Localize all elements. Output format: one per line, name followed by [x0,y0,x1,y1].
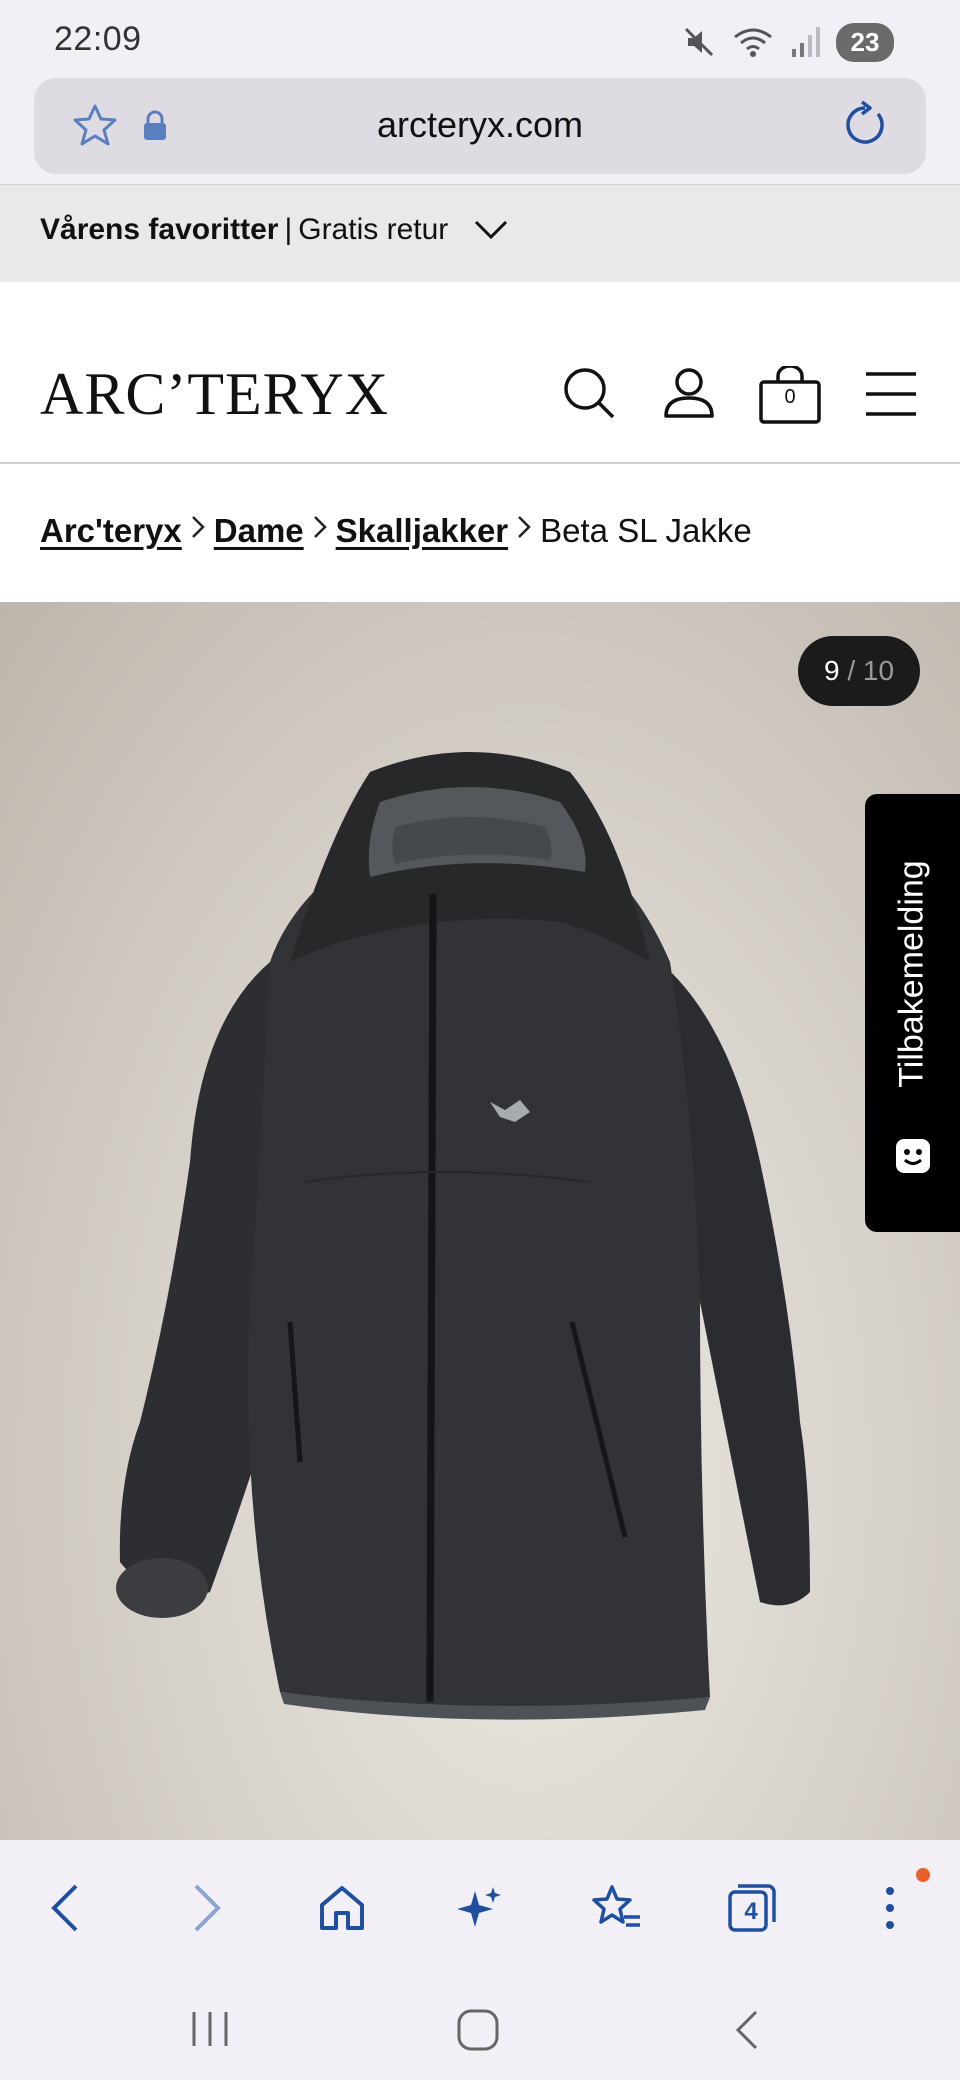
home-button-icon[interactable] [456,2008,500,2057]
notification-dot [916,1868,930,1882]
status-time: 22:09 [54,20,142,58]
product-image [116,752,810,1720]
feedback-tab[interactable]: Tilbakemelding [865,794,960,1232]
breadcrumb-link-dame[interactable]: Dame [214,512,304,550]
home-icon[interactable] [310,1876,374,1940]
tab-count: 4 [744,1898,758,1925]
breadcrumb: Arc'teryx Dame Skalljakker Beta SL Jakke [40,512,752,550]
wifi-icon [732,25,774,59]
mute-icon [682,25,716,59]
image-counter: 9 / 10 [798,636,920,706]
address-bar[interactable]: arcteryx.com [34,78,926,174]
cart-count: 0 [784,386,796,408]
browser-bottom-nav: 4 [0,1840,960,1980]
bookmarks-icon[interactable] [584,1876,648,1940]
promo-text: Vårens favoritter | Gratis retur [40,213,449,246]
breadcrumb-link-skalljakker[interactable]: Skalljakker [336,512,508,550]
forward-icon[interactable] [174,1876,238,1940]
recent-apps-icon[interactable] [190,2008,230,2055]
chevron-down-icon[interactable] [474,219,508,246]
reload-icon[interactable] [840,100,890,155]
feedback-smile-icon [893,1136,933,1181]
menu-icon[interactable] [866,370,916,423]
account-icon[interactable] [662,366,716,425]
chevron-right-icon [516,514,532,548]
url-text[interactable]: arcteryx.com [34,104,926,146]
breadcrumb-current: Beta SL Jakke [540,512,752,549]
battery-indicator: 23 [836,22,894,62]
feedback-label: Tilbakemelding [892,860,931,1088]
brand-logo[interactable]: ARC’TERYX [40,364,389,424]
browser-toolbar: arcteryx.com [0,76,960,184]
status-bar: 22:09 23 [0,0,960,76]
breadcrumb-link-arcteryx[interactable]: Arc'teryx [40,512,182,550]
signal-icon [790,25,820,59]
status-icons: 23 [682,22,894,62]
system-nav-bar [0,1980,960,2080]
cart-icon[interactable]: 0 [758,366,822,424]
ai-sparkle-icon[interactable] [448,1876,512,1940]
back-icon[interactable] [34,1876,98,1940]
chevron-right-icon [312,514,328,548]
system-back-icon[interactable] [732,2008,762,2057]
tabs-icon[interactable]: 4 [720,1876,784,1940]
chevron-right-icon [190,514,206,548]
search-icon[interactable] [562,366,616,425]
product-image-gallery[interactable]: 9 / 10 Tilbakemelding [0,602,960,1840]
promo-banner[interactable]: Vårens favoritter | Gratis retur [0,184,960,282]
site-header: ARC’TERYX 0 [0,282,960,464]
more-options-icon[interactable] [858,1868,930,1940]
